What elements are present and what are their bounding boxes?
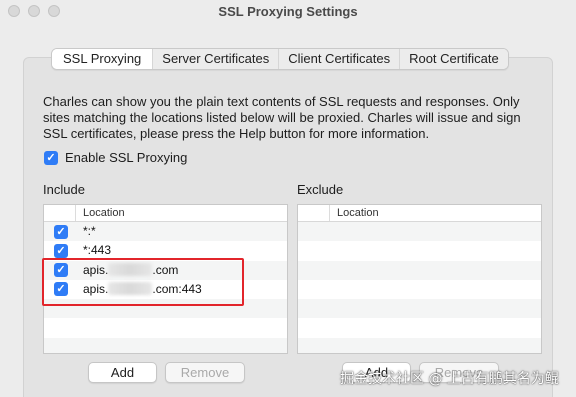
include-label: Include	[43, 182, 85, 197]
include-list-header: Location	[44, 205, 287, 222]
table-row[interactable]: ✓ *:443	[44, 241, 287, 260]
row-checkbox[interactable]: ✓	[54, 263, 68, 278]
row-location: *:*	[83, 224, 96, 238]
exclude-list[interactable]: Location	[297, 204, 542, 354]
include-add-button[interactable]: Add	[88, 362, 157, 383]
tab-root-certificate[interactable]: Root Certificate	[399, 49, 508, 69]
empty-row	[298, 260, 541, 280]
empty-row	[44, 299, 287, 319]
row-location: apis. .com	[83, 262, 179, 277]
row-location: *:443	[83, 243, 112, 258]
table-row[interactable]: ✓ *:*	[44, 222, 287, 242]
enable-ssl-proxying-row[interactable]: ✓ Enable SSL Proxying	[44, 150, 187, 165]
tab-bar: SSL Proxying Server Certificates Client …	[51, 48, 509, 70]
description-text: Charles can show you the plain text cont…	[43, 94, 521, 141]
empty-row	[298, 280, 541, 299]
empty-row	[298, 299, 541, 319]
empty-row	[298, 337, 541, 353]
table-row[interactable]: ✓ apis. .com	[44, 260, 287, 280]
empty-row	[298, 241, 541, 260]
empty-row	[44, 318, 287, 337]
enable-ssl-proxying-checkbox[interactable]: ✓	[44, 150, 58, 165]
empty-row	[298, 318, 541, 337]
tab-client-certificates[interactable]: Client Certificates	[278, 49, 400, 69]
tab-server-certificates[interactable]: Server Certificates	[152, 49, 279, 69]
exclude-label: Exclude	[297, 182, 344, 197]
window-title: SSL Proxying Settings	[218, 4, 358, 19]
tab-ssl-proxying[interactable]: SSL Proxying	[52, 49, 153, 69]
exclude-rows	[298, 222, 541, 353]
include-remove-button[interactable]: Remove	[165, 362, 245, 383]
include-list[interactable]: Location ✓ *:* ✓ *:443 ✓ apis. .com ✓ api…	[43, 204, 288, 354]
empty-row	[44, 337, 287, 353]
redacted-blur	[108, 281, 153, 295]
title-bar: SSL Proxying Settings	[0, 0, 576, 24]
row-checkbox[interactable]: ✓	[54, 282, 68, 297]
enable-ssl-proxying-label: Enable SSL Proxying	[65, 150, 188, 165]
exclude-list-header: Location	[298, 205, 541, 222]
row-location: apis. .com:443	[83, 281, 202, 296]
include-location-header[interactable]: Location	[83, 205, 125, 221]
include-rows: ✓ *:* ✓ *:443 ✓ apis. .com ✓ apis. .com:44…	[44, 222, 287, 353]
row-checkbox[interactable]: ✓	[54, 224, 68, 239]
redacted-blur	[108, 262, 153, 276]
exclude-location-header[interactable]: Location	[337, 205, 379, 221]
row-checkbox[interactable]: ✓	[54, 243, 68, 258]
table-row[interactable]: ✓ apis. .com:443	[44, 280, 287, 299]
watermark-text: 掘金技术社区 @ 上古有鹏其名为鲲	[340, 371, 559, 387]
empty-row	[298, 222, 541, 242]
